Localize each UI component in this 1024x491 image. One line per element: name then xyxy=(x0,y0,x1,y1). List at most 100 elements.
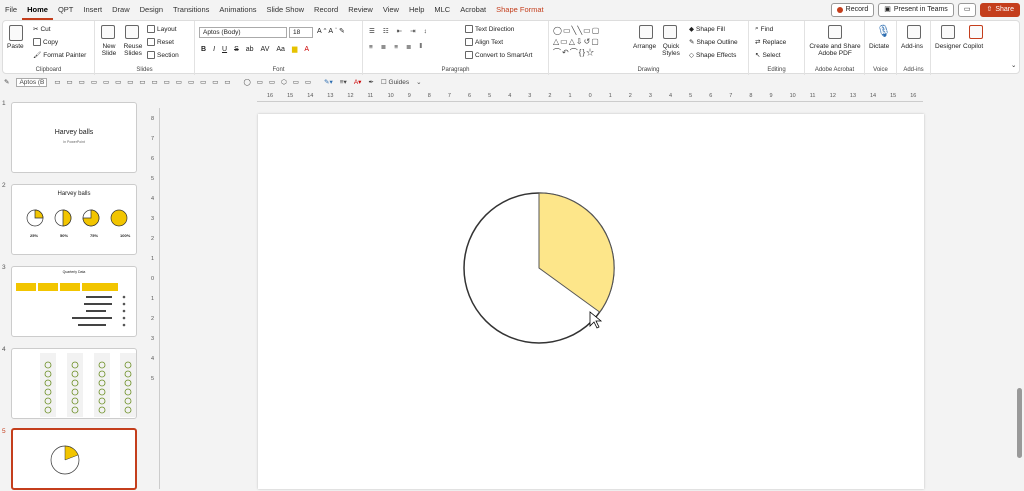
menu-tab-draw[interactable]: Draw xyxy=(107,0,135,20)
ruler-tick-label: 7 xyxy=(729,93,733,99)
ruler-tick-label: 5 xyxy=(151,176,155,182)
menu-tab-design[interactable]: Design xyxy=(135,0,168,20)
reset-button[interactable]: Reset xyxy=(147,38,174,46)
ruler-tick-label: 4 xyxy=(151,356,155,362)
font-color-icon[interactable]: A▾ xyxy=(354,78,362,86)
ruler-tick-label: 0 xyxy=(588,93,592,99)
ruler-tick-label: 7 xyxy=(151,136,155,142)
menu-tab-qpt[interactable]: QPT xyxy=(53,0,78,20)
paste-icon[interactable] xyxy=(9,25,23,41)
ruler-tick-label: 1 xyxy=(151,256,155,262)
slide-thumbnail-5[interactable] xyxy=(11,428,137,490)
shape-effects-button[interactable]: ◇ Shape Effects xyxy=(689,51,736,60)
new-slide-icon[interactable] xyxy=(101,25,115,39)
font-mini-combo[interactable]: Aptos (B xyxy=(16,77,48,87)
record-button[interactable]: Record xyxy=(830,3,875,17)
ruler-tick-label: 7 xyxy=(447,93,451,99)
guides-toggle[interactable]: ☐ Guides xyxy=(381,78,409,86)
ruler-tick-label: 9 xyxy=(769,93,773,99)
text-direction-button[interactable]: Text Direction xyxy=(465,25,514,33)
menu-tab-transitions[interactable]: Transitions xyxy=(168,0,214,20)
addins-icon[interactable] xyxy=(907,25,921,39)
reuse-slides-button[interactable]: Reuse Slides xyxy=(121,43,145,57)
slide-number: 3 xyxy=(2,264,6,271)
designer-button[interactable]: Designer xyxy=(935,43,961,50)
menu-tab-insert[interactable]: Insert xyxy=(78,0,107,20)
pie-shape-drawing[interactable] xyxy=(258,114,924,489)
new-slide-button[interactable]: New Slide xyxy=(97,43,121,57)
menu-tab-shape-format[interactable]: Shape Format xyxy=(491,0,549,20)
qat-more-icon[interactable]: ⌄ xyxy=(416,78,421,86)
outline-color-icon[interactable]: ✎▾ xyxy=(324,78,333,86)
select-button[interactable]: ↖ Select xyxy=(755,51,781,60)
shape-fill-button[interactable]: ◆ Shape Fill xyxy=(689,25,725,34)
grow-font-button[interactable]: A ^ Aˇ ✎ xyxy=(317,27,345,36)
menu-right: Record ▣ Present in Teams ▭ ⇧ Share xyxy=(830,3,1020,17)
format-brush-icon[interactable]: ✎ xyxy=(4,78,9,86)
menu-tab-mlc[interactable]: MLC xyxy=(429,0,455,20)
slide-thumbnail-3[interactable]: Quarterly Data xyxy=(11,266,137,337)
line-weight-icon[interactable]: ≡▾ xyxy=(340,78,347,86)
vertical-ruler: 8 7 6 5 4 3 2 1 0 1 2 3 4 5 xyxy=(150,108,160,489)
create-share-pdf-button[interactable]: Create and Share Adobe PDF xyxy=(808,43,862,57)
find-button[interactable]: ⌕ Find xyxy=(755,25,773,33)
designer-icon[interactable] xyxy=(941,25,955,39)
menu-tab-slide-show[interactable]: Slide Show xyxy=(262,0,310,20)
slide-thumbnail-4[interactable] xyxy=(11,348,137,419)
quick-styles-button[interactable]: Quick Styles xyxy=(657,43,685,57)
ruler-tick-label: 3 xyxy=(648,93,652,99)
copilot-icon[interactable] xyxy=(969,25,983,39)
present-in-teams-button[interactable]: ▣ Present in Teams xyxy=(878,3,954,17)
align-buttons[interactable]: ≡ ≣ ≡ ≣ ⫴ xyxy=(369,43,422,51)
ribbon: Paste ✂ Cut Copy 🖌 Format Painter Clipboar… xyxy=(2,20,1020,75)
menu-tab-view[interactable]: View xyxy=(378,0,404,20)
replace-button[interactable]: ⇄ Replace xyxy=(755,38,786,47)
arrange-icon[interactable] xyxy=(639,25,653,39)
slide-thumbnail-1[interactable]: Harvey balls In PowerPoint xyxy=(11,102,137,173)
paste-button[interactable]: Paste xyxy=(7,43,24,50)
vertical-scrollbar[interactable] xyxy=(1017,388,1022,458)
menu-tab-file[interactable]: File xyxy=(0,0,22,20)
qat-buttons[interactable]: ▭▭▭▭▭▭▭▭▭▭▭▭▭▭▭ xyxy=(54,78,236,86)
menu-tab-review[interactable]: Review xyxy=(343,0,378,20)
copy-button[interactable]: Copy xyxy=(33,38,58,46)
ruler-tick-label: 14 xyxy=(870,93,877,99)
convert-smartart-button[interactable]: Convert to SmartArt xyxy=(465,51,532,59)
menu-tab-acrobat[interactable]: Acrobat xyxy=(455,0,491,20)
menu-tab-animations[interactable]: Animations xyxy=(214,0,261,20)
ruler-tick-label: 13 xyxy=(327,93,334,99)
font-format-buttons[interactable]: B I U Sab AV Aa ▆ A xyxy=(201,45,309,54)
section-button[interactable]: Section xyxy=(147,51,179,59)
menu-tab-home[interactable]: Home xyxy=(22,0,53,20)
shapes-gallery[interactable]: ◯▭╲╲▭▢ △▭△⇩↺▢ ⌒↶⌒{}☆ xyxy=(553,25,625,59)
slide-thumbnail-2[interactable]: Harvey balls 25% 50% 75% 100% xyxy=(11,184,137,255)
align-text-button[interactable]: Align Text xyxy=(465,38,503,46)
copilot-button[interactable]: Copilot xyxy=(963,43,983,50)
font-name-combo[interactable]: Aptos (Body) xyxy=(199,27,287,38)
addins-button[interactable]: Add-ins xyxy=(901,43,923,50)
qat-shape-buttons[interactable]: ◯▭▭⬡▭▭ xyxy=(244,78,318,86)
microphone-icon[interactable]: 🎙 xyxy=(876,24,891,38)
quick-styles-icon[interactable] xyxy=(663,25,677,39)
format-painter-button[interactable]: 🖌 Format Painter xyxy=(33,51,86,60)
font-size-combo[interactable]: 18 xyxy=(289,27,313,38)
shape-outline-button[interactable]: ✎ Shape Outline xyxy=(689,38,738,47)
slide-canvas[interactable] xyxy=(258,114,924,489)
list-buttons[interactable]: ☰ ☷ ⇤ ⇥ ↕ xyxy=(369,27,427,36)
slides-label: Slides xyxy=(136,67,153,73)
menu-tab-record[interactable]: Record xyxy=(309,0,343,20)
cut-button[interactable]: ✂ Cut xyxy=(33,25,51,34)
reuse-slides-icon[interactable] xyxy=(125,25,139,39)
collapse-ribbon-icon[interactable]: ⌄ xyxy=(1011,61,1016,69)
share-button[interactable]: ⇧ Share xyxy=(980,3,1020,17)
menu-tab-help[interactable]: Help xyxy=(404,0,429,20)
layout-button[interactable]: Layout xyxy=(147,25,177,33)
dictate-button[interactable]: Dictate xyxy=(869,43,889,50)
section-icon xyxy=(147,51,155,59)
arrange-button[interactable]: Arrange xyxy=(633,43,656,50)
pdf-icon[interactable] xyxy=(828,25,842,39)
slides-group: New Slide Reuse Slides Layout Reset Sect… xyxy=(95,21,195,75)
record-label: Record xyxy=(845,6,869,13)
eyedropper-icon[interactable]: ✒ xyxy=(368,78,373,86)
comments-button[interactable]: ▭ xyxy=(957,3,977,17)
